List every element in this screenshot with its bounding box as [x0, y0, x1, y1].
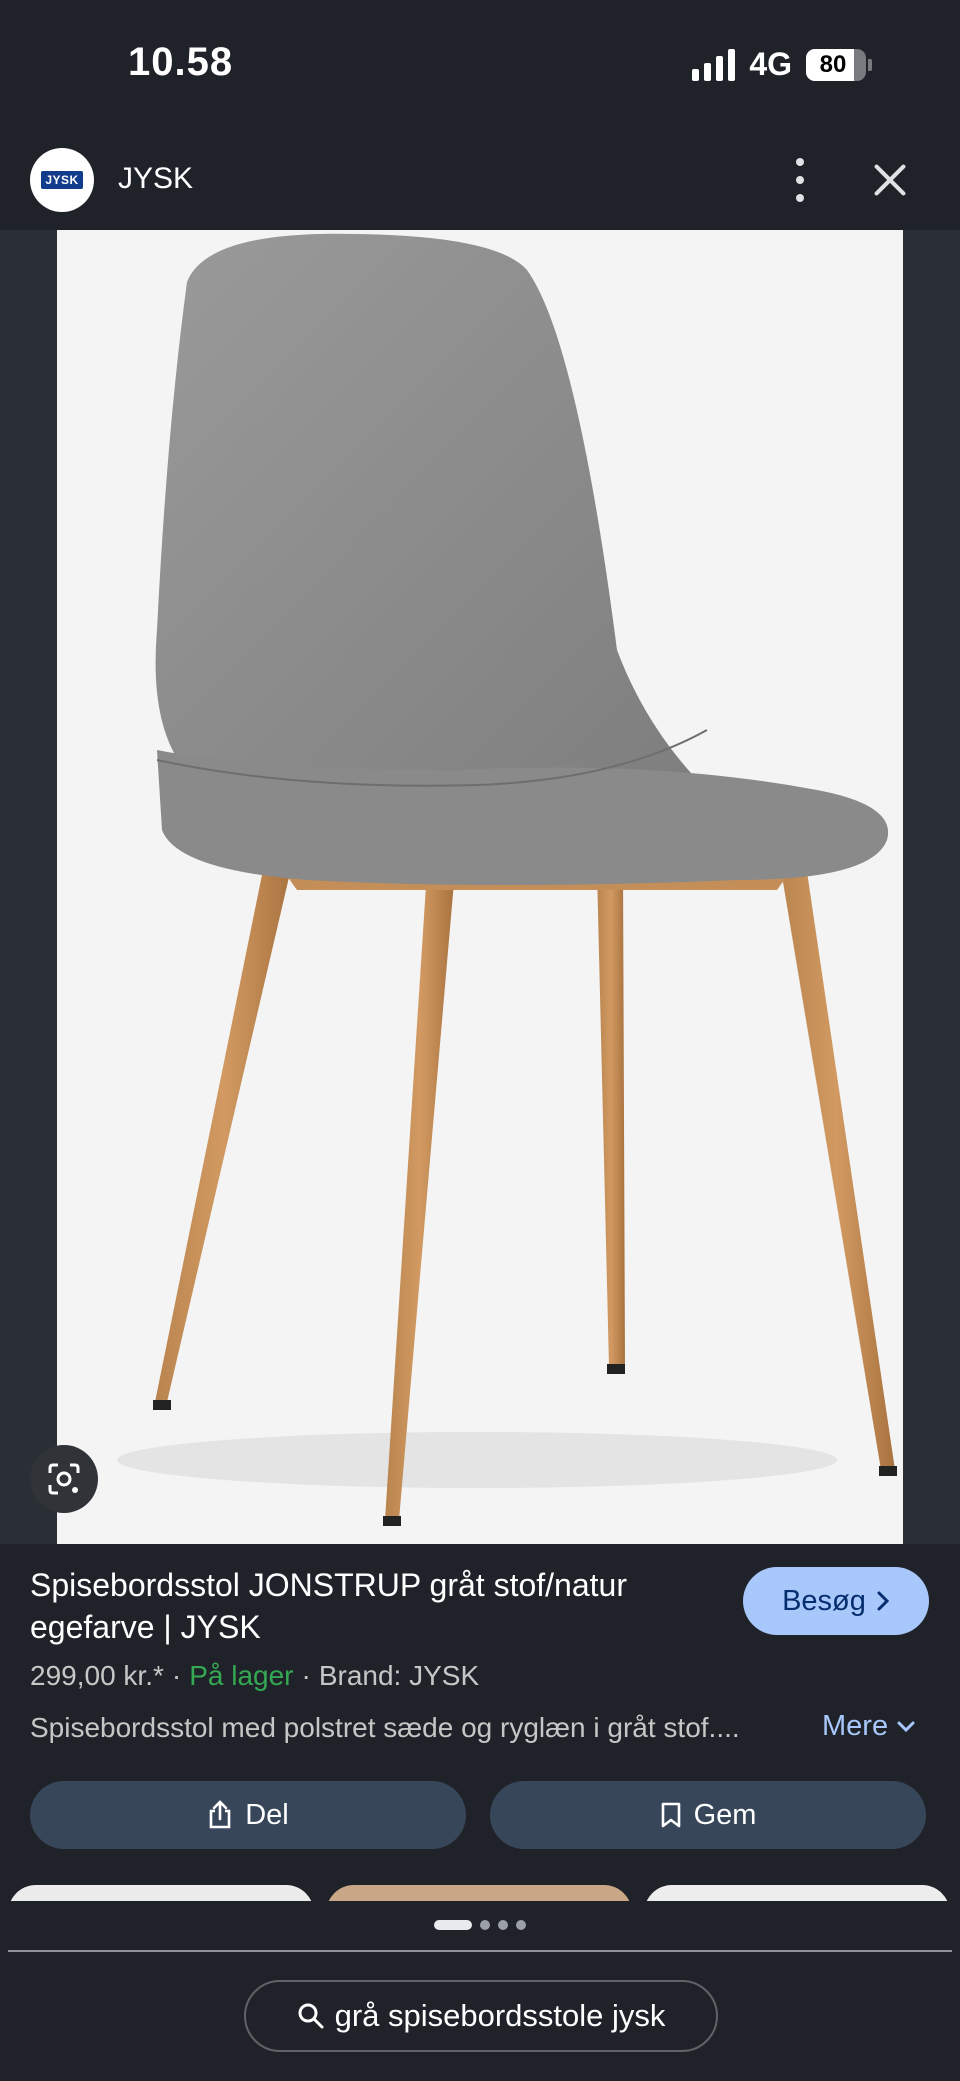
- search-query-button[interactable]: grå spisebordsstole jysk: [244, 1980, 718, 2052]
- site-name[interactable]: JYSK: [118, 162, 193, 196]
- status-time: 10.58: [128, 40, 234, 84]
- product-description: Spisebordsstol med polstret sæde og rygl…: [30, 1712, 740, 1743]
- product-meta: 299,00 kr.* · På lager · Brand: JYSK: [30, 1660, 480, 1691]
- status-indicators: 4G 80: [692, 46, 872, 83]
- search-query: grå spisebordsstole jysk: [334, 1998, 666, 2033]
- battery-level: 80: [819, 50, 847, 78]
- more-button-label: Mere: [822, 1710, 889, 1742]
- carousel-indicator: [0, 1920, 960, 1930]
- image-viewer: [0, 230, 960, 1544]
- chair-illustration: [117, 233, 897, 1526]
- save-button[interactable]: Gem: [490, 1781, 926, 1849]
- related-images: [0, 1885, 960, 1901]
- visit-button-label: Besøg: [782, 1584, 866, 1617]
- share-icon: [209, 1800, 231, 1829]
- chevron-right-icon: [877, 1591, 890, 1611]
- search-icon: [298, 2003, 324, 2029]
- carousel-dot: [516, 1920, 526, 1930]
- save-button-label: Gem: [693, 1798, 757, 1831]
- product-brand: Brand: JYSK: [318, 1660, 480, 1691]
- site-logo[interactable]: JYSK: [30, 148, 94, 212]
- carousel-dot: [434, 1920, 472, 1930]
- jysk-logo: JYSK: [41, 171, 83, 189]
- product-price: 299,00 kr.*: [30, 1660, 164, 1691]
- related-image-1[interactable]: [8, 1885, 314, 1901]
- related-image-3[interactable]: [644, 1885, 950, 1901]
- product-image[interactable]: [57, 230, 903, 1544]
- product-title[interactable]: Spisebordsstol JONSTRUP gråt stof/natur …: [30, 1564, 710, 1648]
- site-header: JYSK JYSK: [0, 140, 960, 230]
- more-vert-icon[interactable]: [782, 158, 818, 202]
- visit-button[interactable]: Besøg: [743, 1567, 929, 1635]
- carousel-dot: [480, 1920, 490, 1930]
- share-button-label: Del: [245, 1798, 289, 1831]
- battery-icon: 80: [806, 48, 872, 81]
- carousel-dot: [498, 1920, 508, 1930]
- signal-icon: [692, 48, 736, 81]
- more-button[interactable]: Mere: [822, 1710, 916, 1743]
- google-lens-icon[interactable]: [30, 1445, 98, 1513]
- share-button[interactable]: Del: [30, 1781, 466, 1849]
- divider: [8, 1950, 952, 1952]
- status-bar: 10.58 4G 80: [0, 0, 960, 130]
- network-type: 4G: [749, 46, 792, 82]
- related-image-2[interactable]: [326, 1885, 632, 1901]
- close-icon[interactable]: [872, 162, 908, 198]
- chevron-down-icon: [897, 1721, 915, 1732]
- bookmark-icon: [661, 1802, 680, 1828]
- stock-status: På lager: [189, 1660, 294, 1691]
